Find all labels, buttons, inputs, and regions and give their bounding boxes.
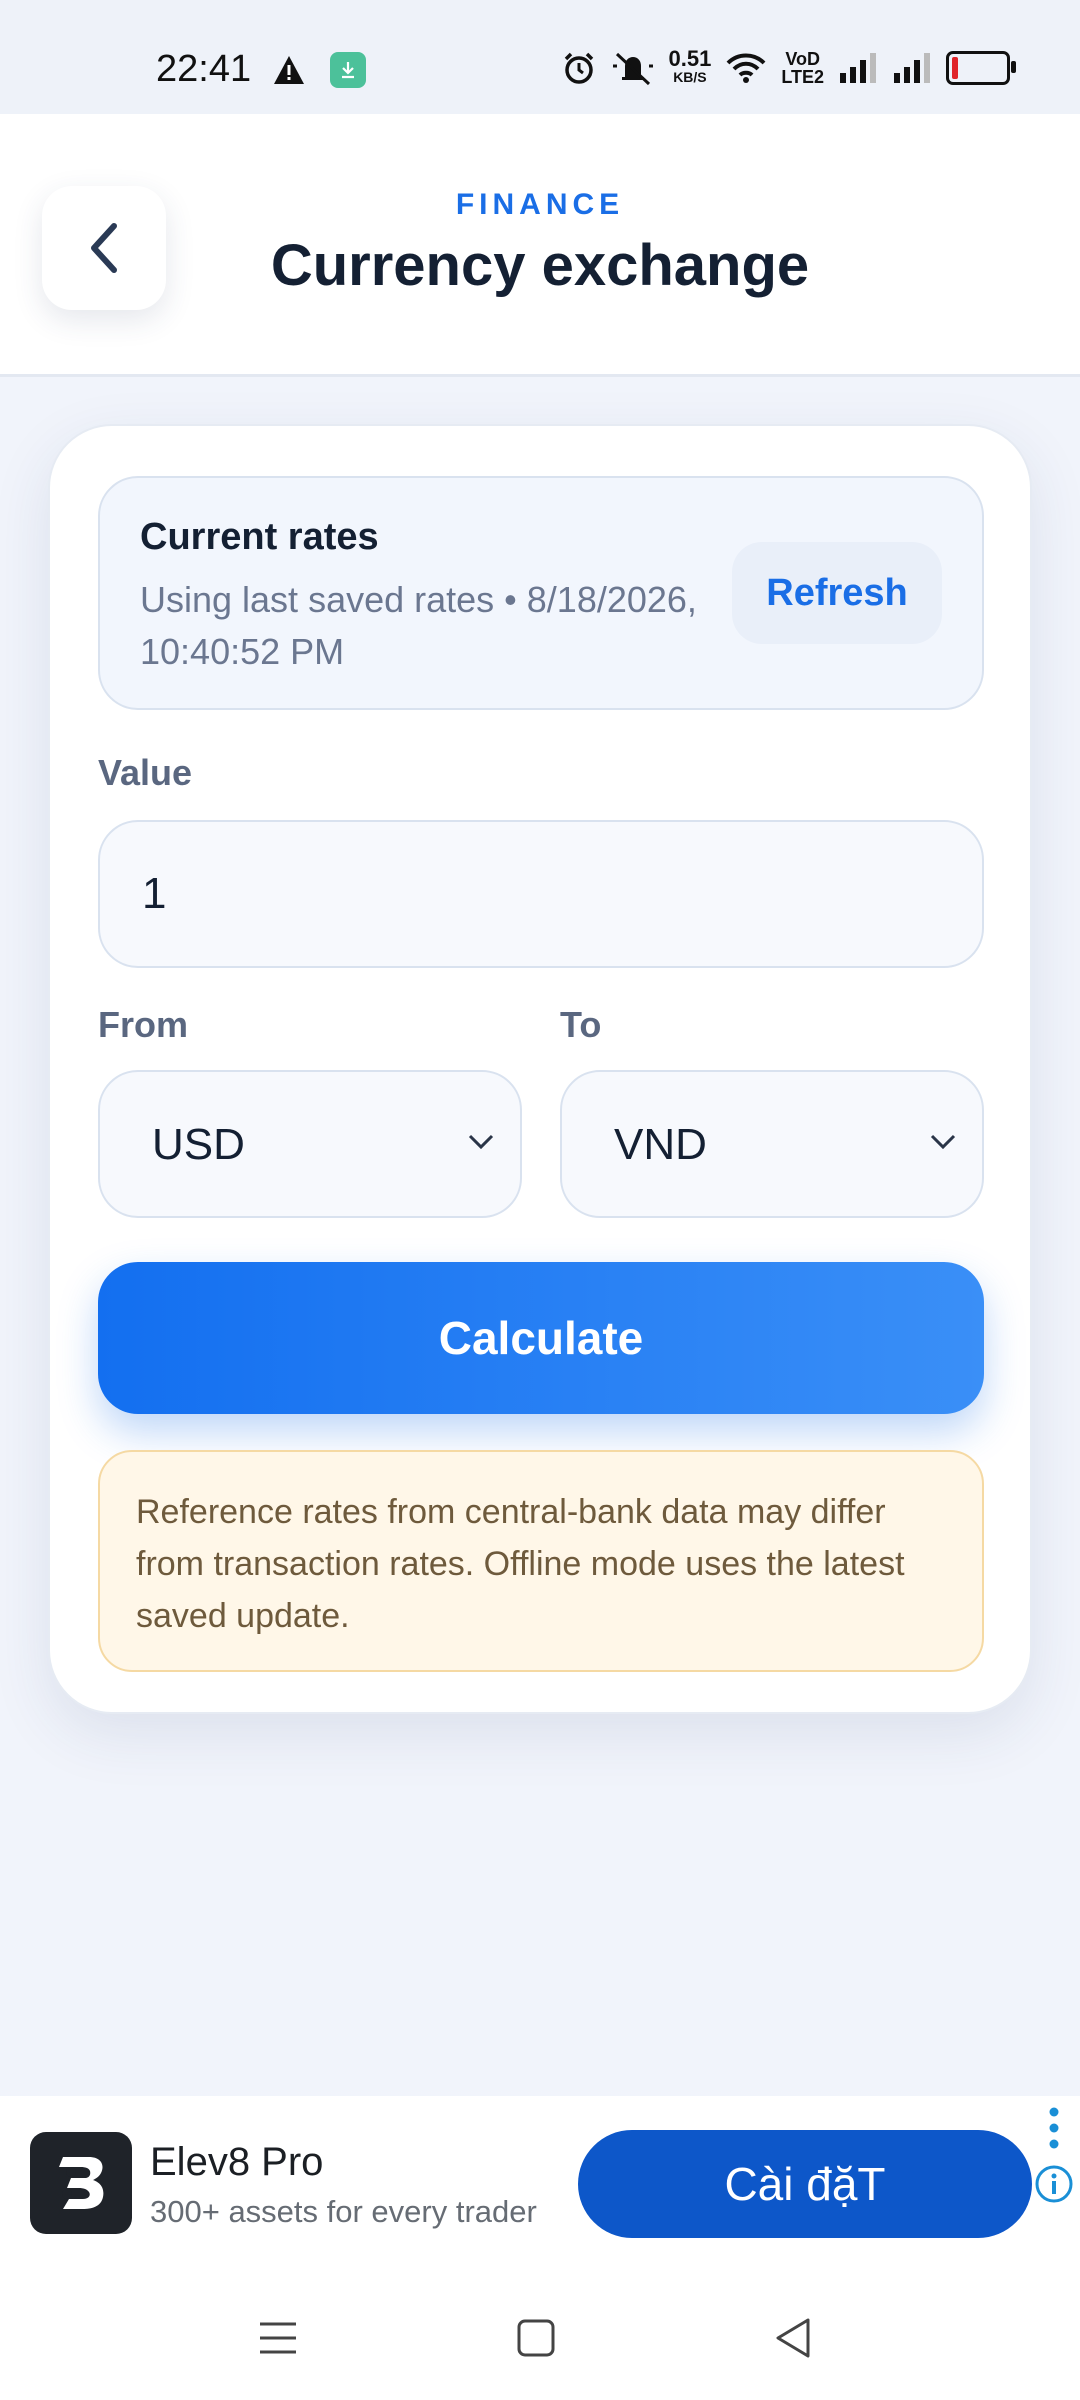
- from-currency-value: USD: [152, 1120, 245, 1169]
- value-label: Value: [98, 752, 193, 793]
- rates-subtitle: Using last saved rates • 8/18/2026, 10:4…: [140, 579, 697, 672]
- refresh-button[interactable]: Refresh: [732, 542, 942, 644]
- value-input[interactable]: [98, 820, 984, 968]
- system-nav-bar: [0, 2270, 1080, 2400]
- ad-subtitle: 300+ assets for every trader: [150, 2194, 537, 2229]
- calculate-button[interactable]: Calculate: [98, 1262, 984, 1414]
- to-currency-select[interactable]: VND: [560, 1070, 984, 1218]
- ad-app-logo: [30, 2132, 132, 2234]
- signal-icon-sim1: [840, 53, 876, 83]
- info-icon[interactable]: [1034, 2164, 1074, 2204]
- battery-icon: [946, 51, 1016, 85]
- mute-icon: [612, 52, 653, 86]
- volte-line2: LTE2: [781, 67, 824, 87]
- disclaimer-notice: Reference rates from central-bank data m…: [98, 1450, 984, 1672]
- wifi-icon: [726, 53, 766, 83]
- from-currency-select[interactable]: USD: [98, 1070, 522, 1218]
- battery-level: [952, 57, 958, 79]
- page-title: Currency exchange: [270, 233, 810, 298]
- alarm-icon: [564, 52, 593, 84]
- status-left-icons: [272, 52, 366, 88]
- rates-title: Current rates: [140, 516, 379, 558]
- ad-banner[interactable]: Elev8 Pro 300+ assets for every trader C…: [0, 2096, 1080, 2270]
- volte-line1: VoD: [785, 49, 820, 69]
- net-speed-unit: KB/S: [673, 69, 707, 85]
- warning-icon: [274, 56, 304, 84]
- current-rates-panel: Current rates Using last saved rates • 8…: [98, 476, 984, 710]
- header-eyebrow: FINANCE: [455, 188, 625, 221]
- from-label: From: [98, 1004, 188, 1045]
- home-square-icon[interactable]: [508, 2310, 564, 2366]
- ad-title: Elev8 Pro: [150, 2140, 324, 2184]
- net-speed: 0.51 KB/S: [668, 46, 712, 86]
- signal-icon-sim2: [894, 53, 930, 83]
- chevron-down-icon: [468, 1134, 494, 1150]
- status-right-icons: 0.51 KB/S VoD LTE2: [561, 46, 1016, 86]
- status-time: 22:41: [156, 48, 252, 90]
- download-icon: [330, 52, 366, 88]
- to-label: To: [560, 1004, 602, 1045]
- net-speed-value: 0.51: [668, 46, 712, 71]
- converter-card: Current rates Using last saved rates • 8…: [48, 424, 1032, 1714]
- chevron-down-icon: [930, 1134, 956, 1150]
- status-bar: 22:41 0.51 KB/S VoD LTE2: [0, 0, 1080, 114]
- app-header: FINANCE Currency exchange: [0, 114, 1080, 377]
- volte-label: VoD LTE2: [781, 50, 824, 86]
- back-triangle-icon[interactable]: [766, 2310, 822, 2366]
- to-currency-value: VND: [614, 1120, 707, 1169]
- menu-icon[interactable]: [250, 2310, 306, 2366]
- ad-install-button[interactable]: Cài đặT: [578, 2130, 1032, 2238]
- more-vert-icon[interactable]: [1048, 2106, 1060, 2154]
- elev8-logo-icon: [59, 2157, 104, 2209]
